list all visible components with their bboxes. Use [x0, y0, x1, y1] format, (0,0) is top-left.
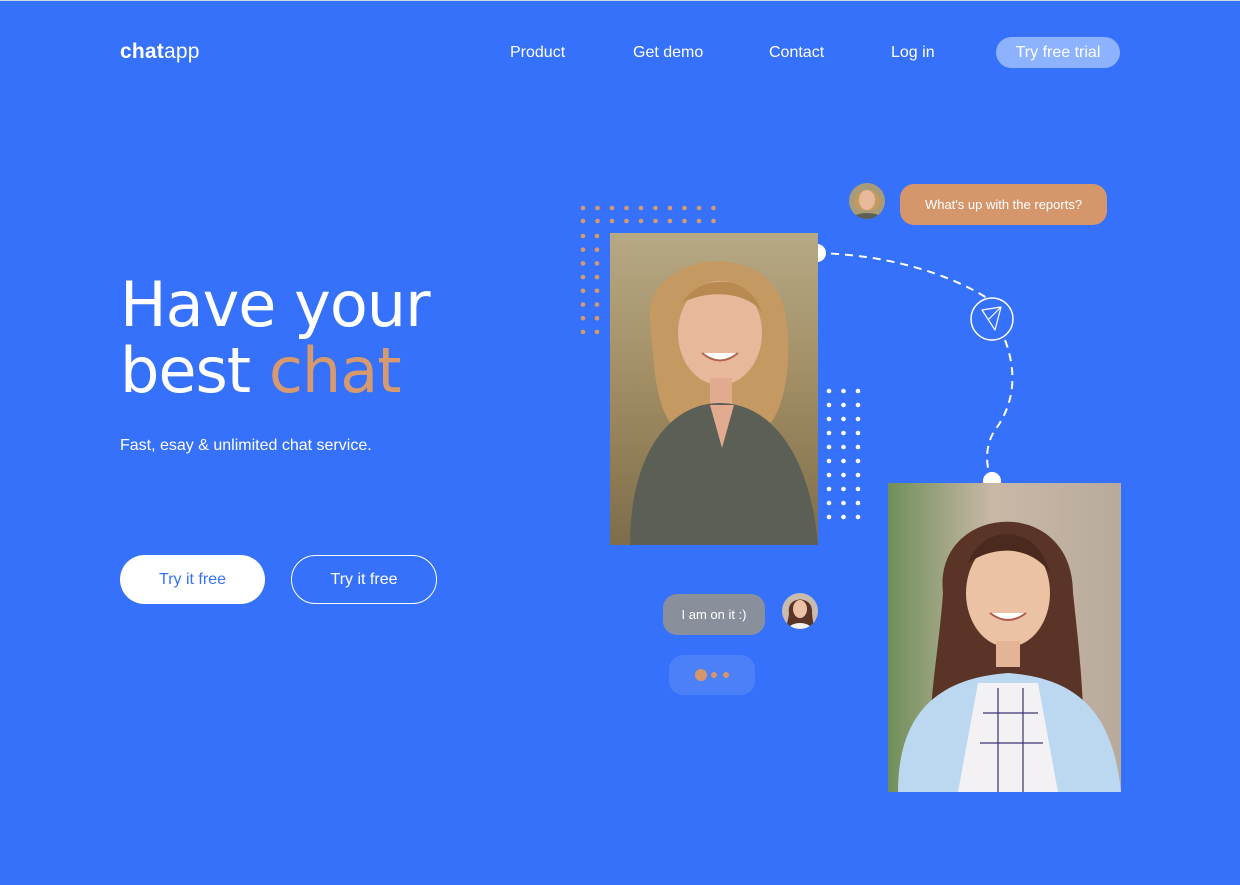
white-dot — [855, 444, 861, 450]
connector-line-bottom — [986, 339, 1014, 482]
white-dot — [826, 402, 832, 408]
orange-dot — [580, 233, 586, 239]
orange-dot — [667, 218, 673, 224]
orange-dot — [580, 329, 586, 335]
white-dot — [855, 486, 861, 492]
orange-dot — [580, 274, 586, 280]
orange-dot — [682, 205, 687, 211]
white-dot — [855, 416, 861, 422]
orange-dot — [594, 247, 600, 252]
white-dot — [826, 500, 832, 506]
orange-dot — [595, 218, 600, 224]
orange-dot — [609, 205, 615, 211]
orange-dot — [624, 205, 629, 211]
orange-dot — [594, 261, 600, 266]
orange-dot — [580, 261, 586, 266]
white-dot — [826, 388, 832, 394]
orange-dot — [580, 302, 586, 307]
orange-dot — [682, 218, 687, 224]
orange-dot — [580, 247, 586, 252]
white-dot — [826, 514, 832, 520]
orange-dot — [711, 218, 716, 224]
orange-dot — [653, 218, 658, 224]
orange-dot — [653, 205, 658, 211]
white-dot — [841, 388, 846, 394]
outgoing-message-bubble: I am on it :) — [663, 594, 765, 635]
white-dot — [841, 430, 846, 436]
orange-dot — [580, 288, 586, 294]
white-dot — [855, 472, 861, 478]
orange-dot — [594, 233, 600, 239]
white-dot — [841, 472, 846, 478]
orange-dot — [638, 218, 644, 224]
orange-dot — [609, 218, 615, 224]
incoming-message-text: What's up with the reports? — [924, 197, 1083, 212]
orange-dot — [594, 315, 600, 321]
paper-plane-icon — [970, 297, 1014, 341]
orange-dot — [696, 218, 702, 224]
orange-dot — [595, 205, 600, 211]
white-dot — [841, 486, 846, 492]
white-dot — [841, 500, 846, 506]
white-dot — [855, 458, 861, 464]
portrait-photo-brunette — [888, 483, 1121, 792]
orange-dot — [594, 329, 600, 335]
connector-line-top — [816, 252, 991, 301]
orange-dot — [667, 205, 673, 211]
outgoing-message-text: I am on it :) — [681, 607, 747, 622]
white-dot — [841, 458, 846, 464]
orange-dot — [580, 205, 586, 211]
white-dot — [826, 458, 832, 464]
white-dot — [855, 402, 861, 408]
avatar-blonde — [849, 183, 885, 219]
orange-dot — [580, 218, 586, 224]
white-dot — [826, 430, 832, 436]
white-dot — [855, 388, 861, 394]
white-dot — [841, 514, 846, 520]
white-dot — [826, 472, 832, 478]
orange-dot — [711, 205, 716, 211]
white-dot — [855, 430, 861, 436]
incoming-message-bubble: What's up with the reports? — [900, 184, 1107, 225]
white-dot — [826, 486, 832, 492]
white-dot — [841, 402, 846, 408]
white-dot — [855, 514, 861, 520]
portrait-photo-blonde — [610, 233, 818, 545]
white-dot — [841, 416, 846, 422]
white-dot — [841, 444, 846, 450]
orange-dot — [594, 288, 600, 294]
orange-dot — [638, 205, 644, 211]
orange-dot — [696, 205, 702, 211]
white-dot — [855, 500, 861, 506]
white-dot-grid — [826, 388, 861, 520]
typing-dots-icon — [669, 655, 755, 695]
avatar-brunette — [782, 593, 818, 629]
orange-dot — [594, 302, 600, 307]
white-dot — [826, 416, 832, 422]
orange-dot — [580, 315, 586, 321]
orange-dot — [594, 274, 600, 280]
orange-dot — [624, 218, 629, 224]
white-dot — [826, 444, 832, 450]
